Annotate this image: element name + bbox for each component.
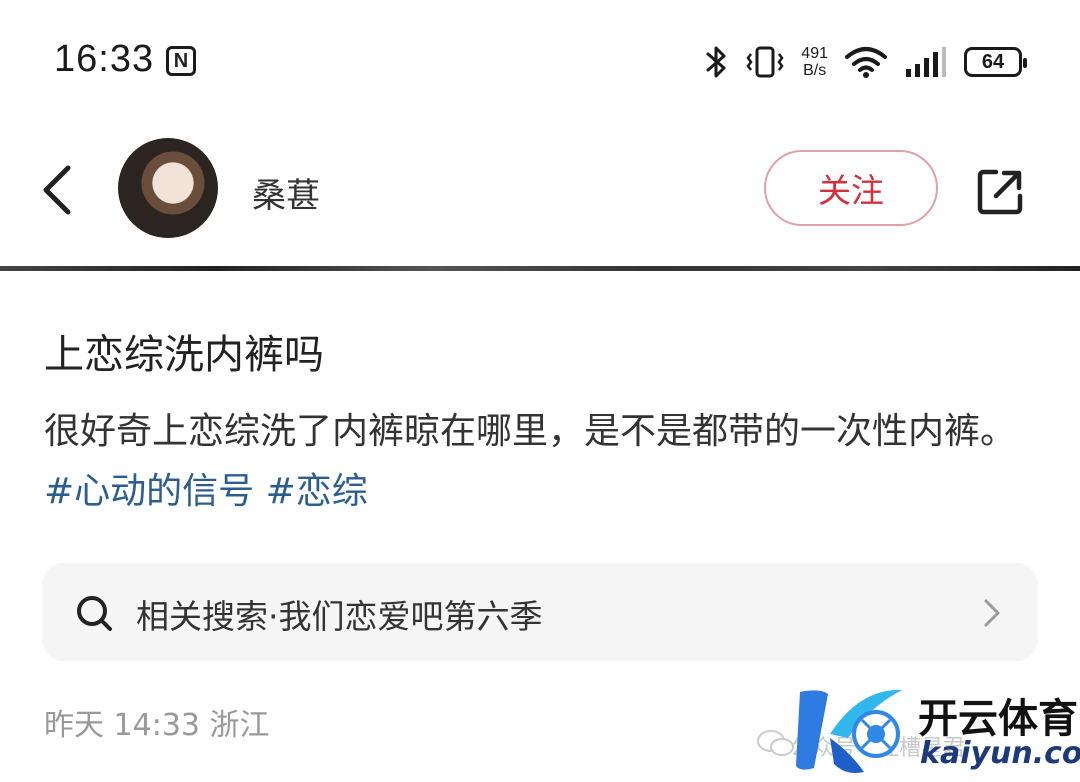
post-title: 上恋综洗内裤吗 bbox=[44, 332, 324, 378]
share-icon[interactable] bbox=[974, 166, 1026, 218]
status-bar: 16:33 N 491 B/s 64 bbox=[0, 0, 1080, 120]
network-speed-value: 491 bbox=[801, 45, 828, 62]
battery-icon: 64 bbox=[964, 47, 1027, 77]
related-search-text: 相关搜索·我们恋爱吧第六季 bbox=[136, 597, 543, 636]
chevron-right-icon bbox=[984, 599, 1000, 627]
hashtag-link[interactable]: #心动的信号 bbox=[44, 471, 254, 512]
hashtag-link[interactable]: #恋综 bbox=[266, 471, 368, 512]
watermark-domain: kaiyun.com bbox=[920, 736, 1080, 771]
follow-button[interactable]: 关注 bbox=[764, 150, 938, 226]
post-header: 桑葚 关注 bbox=[0, 130, 1080, 248]
nfc-icon: N bbox=[166, 46, 196, 76]
network-speed: 491 B/s bbox=[801, 45, 828, 79]
post-body: 很好奇上恋综洗了内裤晾在哪里，是不是都带的一次性内裤。 #心动的信号 #恋综 bbox=[44, 402, 1044, 522]
bluetooth-icon bbox=[706, 46, 726, 78]
related-search-card[interactable]: 相关搜索·我们恋爱吧第六季 bbox=[42, 563, 1038, 661]
vibrate-icon bbox=[746, 46, 784, 78]
kaiyun-logo-icon bbox=[796, 689, 902, 773]
signal-icon bbox=[906, 47, 946, 77]
back-arrow-icon[interactable] bbox=[34, 162, 82, 218]
image-edge-divider bbox=[0, 266, 1080, 271]
search-icon bbox=[77, 596, 112, 631]
post-meta-date-location: 昨天 14:33 浙江 bbox=[44, 708, 270, 743]
watermark: 公众号 · 吐槽星君 开云体育 kaiyun.com bbox=[750, 680, 1080, 780]
wifi-icon bbox=[845, 47, 887, 78]
username[interactable]: 桑葚 bbox=[252, 168, 320, 217]
status-icons: 491 B/s 64 bbox=[705, 40, 1027, 84]
post-body-text: 很好奇上恋综洗了内裤晾在哪里，是不是都带的一次性内裤。 bbox=[44, 411, 1017, 452]
avatar[interactable] bbox=[118, 138, 218, 238]
network-speed-unit: B/s bbox=[803, 62, 827, 79]
clock: 16:33 bbox=[54, 38, 155, 80]
